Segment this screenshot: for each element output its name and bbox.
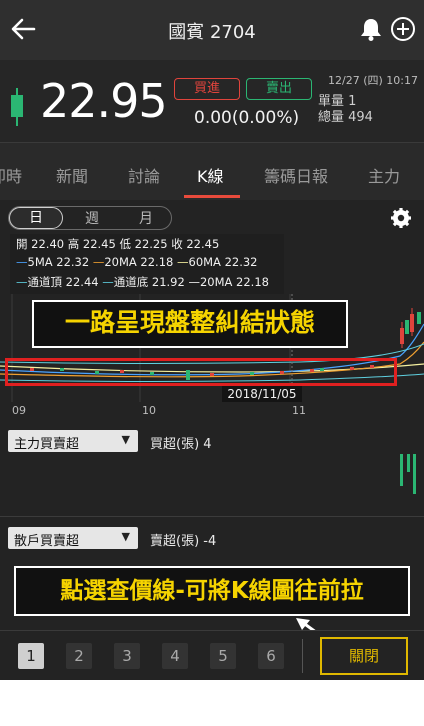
top-bar: 國賓 2704 <box>0 0 424 60</box>
ma-readout: —5MA 22.32 —20MA 22.18 —60MA 22.32 <box>16 255 258 269</box>
bottom-bar: 1 2 3 4 5 6 關閉 <box>0 630 424 680</box>
page-1-button[interactable]: 1 <box>18 643 44 669</box>
quote-panel: 22.95 買進 賣出 0.00(0.00%) 12/27 (四) 10:17 … <box>0 60 424 142</box>
period-selector: 日 週 月 <box>8 206 172 230</box>
quote-datetime: 12/27 (四) 10:17 <box>328 74 418 87</box>
tab-realtime[interactable]: 即時 <box>0 163 22 187</box>
channel-bottom-value: 通道底 21.92 <box>113 275 185 289</box>
bottom-divider <box>302 639 303 673</box>
tab-news[interactable]: 新聞 <box>56 163 88 187</box>
panel-divider <box>0 516 424 517</box>
tab-discussion[interactable]: 討論 <box>128 163 160 187</box>
main-force-value: 買超(張) 4 <box>150 437 212 452</box>
callout-bottom: 點選查價線-可將K線圖往前拉 <box>14 566 410 616</box>
ma20-value: 20MA 22.18 <box>104 255 174 269</box>
channel-readout: —通道頂 22.44 —通道底 21.92 —20MA 22.18 <box>16 275 269 289</box>
page-4-button[interactable]: 4 <box>162 643 188 669</box>
tab-chip-daily[interactable]: 籌碼日報 <box>264 163 328 187</box>
sell-button[interactable]: 賣出 <box>246 78 312 100</box>
retail-dropdown-label: 散戶買賣超 <box>14 534 80 549</box>
tab-kline[interactable]: K線 <box>197 163 224 187</box>
tab-active-indicator <box>184 195 240 198</box>
main-force-dropdown[interactable]: 主力買賣超 ▼ <box>8 430 138 452</box>
retail-value: 賣超(張) -4 <box>150 534 217 549</box>
period-day-button[interactable]: 日 <box>9 207 63 229</box>
total-volume: 總量 494 <box>318 110 373 125</box>
last-price: 22.95 <box>40 74 168 128</box>
cursor-date-badge: 2018/11/05 <box>222 386 302 402</box>
page-6-button[interactable]: 6 <box>258 643 284 669</box>
page-5-button[interactable]: 5 <box>210 643 236 669</box>
gear-icon[interactable] <box>390 207 412 229</box>
price-change: 0.00(0.00%) <box>194 108 300 128</box>
caret-down-icon: ▼ <box>121 530 130 543</box>
x-tick-10: 10 <box>142 404 156 417</box>
plus-circle-icon[interactable] <box>390 16 416 42</box>
tab-main-force[interactable]: 主力 <box>368 163 400 187</box>
app-screen: 國賓 2704 22.95 買進 賣出 0.00(0.00%) 12/27 (四… <box>0 0 424 680</box>
period-month-button[interactable]: 月 <box>121 208 171 228</box>
indicator-legend: 開 22.40 高 22.45 低 22.25 收 22.45 —5MA 22.… <box>10 234 284 294</box>
tab-bar: 即時 新聞 討論 K線 籌碼日報 主力 <box>0 142 424 200</box>
main-force-bars <box>400 454 416 494</box>
x-tick-11: 11 <box>292 404 306 417</box>
x-tick-09: 09 <box>12 404 26 417</box>
ma60-value: 60MA 22.32 <box>188 255 258 269</box>
buy-button[interactable]: 買進 <box>174 78 240 100</box>
page-2-button[interactable]: 2 <box>66 643 92 669</box>
ma5-value: 5MA 22.32 <box>27 255 90 269</box>
retail-dropdown[interactable]: 散戶買賣超 ▼ <box>8 527 138 549</box>
ohlc-readout: 開 22.40 高 22.45 低 22.25 收 22.45 <box>16 237 220 251</box>
main-force-dropdown-label: 主力買賣超 <box>14 437 80 452</box>
close-button[interactable]: 關閉 <box>320 637 408 675</box>
channel-top-value: 通道頂 22.44 <box>27 275 99 289</box>
period-week-button[interactable]: 週 <box>67 208 117 228</box>
bell-icon[interactable] <box>358 16 384 42</box>
channel-ma20-value: 20MA 22.18 <box>199 275 269 289</box>
page-3-button[interactable]: 3 <box>114 643 140 669</box>
caret-down-icon: ▼ <box>121 433 130 446</box>
highlight-box <box>5 358 397 386</box>
candle-icon <box>11 88 23 126</box>
callout-top: 一路呈現盤整糾結狀態 <box>32 300 348 348</box>
